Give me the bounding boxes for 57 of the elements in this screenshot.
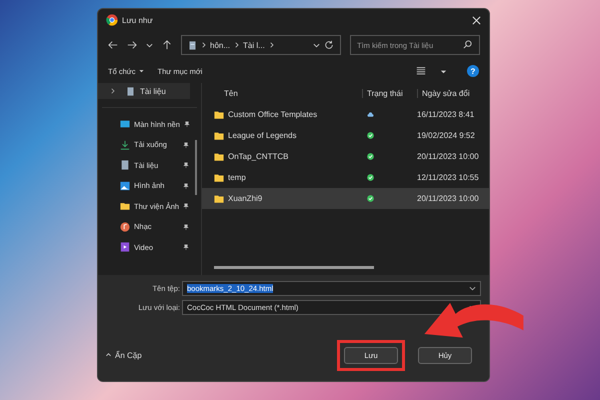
chevron-right-icon bbox=[234, 42, 240, 48]
search-icon bbox=[463, 40, 472, 49]
folder-icon bbox=[214, 152, 224, 162]
file-name: OnTap_CNTTCB bbox=[228, 152, 288, 161]
file-name: XuanZhi9 bbox=[228, 194, 262, 203]
folder-icon bbox=[214, 172, 224, 182]
file-name: Custom Office Templates bbox=[228, 110, 318, 119]
chevron-down-icon[interactable] bbox=[313, 42, 320, 48]
file-row[interactable]: League of Legends 19/02/2024 9:52 bbox=[202, 125, 489, 146]
document-icon bbox=[188, 40, 197, 50]
video-icon bbox=[120, 242, 130, 252]
file-row[interactable]: temp 12/11/2023 10:55 bbox=[202, 167, 489, 188]
breadcrumb[interactable]: Tài l... bbox=[243, 40, 265, 50]
document-icon bbox=[120, 160, 130, 170]
up-arrow-icon[interactable] bbox=[162, 40, 172, 50]
file-row[interactable]: Custom Office Templates 16/11/2023 8:41 bbox=[202, 104, 489, 125]
document-icon bbox=[126, 86, 135, 96]
modified-date: 12/11/2023 10:55 bbox=[417, 173, 480, 182]
column-header[interactable]: Tên bbox=[202, 89, 362, 98]
caret-icon bbox=[138, 68, 144, 74]
back-arrow-icon[interactable] bbox=[108, 40, 118, 50]
modified-date: 20/11/2023 10:00 bbox=[417, 152, 480, 161]
chevron-down-icon[interactable] bbox=[469, 285, 476, 292]
chevron-right-icon[interactable] bbox=[110, 88, 115, 94]
forward-arrow-icon[interactable] bbox=[127, 40, 137, 50]
folder-icon bbox=[214, 194, 224, 204]
music-note-icon bbox=[120, 222, 130, 232]
desktop-icon bbox=[120, 119, 130, 130]
chevron-right-icon bbox=[201, 42, 206, 48]
file-row[interactable]: OnTap_CNTTCB 20/11/2023 10:00 bbox=[202, 146, 489, 167]
picture-icon bbox=[120, 180, 130, 191]
file-row[interactable]: XuanZhi9 20/11/2023 10:00 bbox=[202, 188, 489, 209]
hide-folders-toggle[interactable]: Ẩn Cặp bbox=[106, 350, 142, 360]
breadcrumb[interactable]: hôn... bbox=[210, 40, 230, 50]
modified-date: 16/11/2023 8:41 bbox=[417, 110, 476, 119]
close-icon[interactable] bbox=[472, 16, 481, 24]
column-header[interactable]: Trạng thái bbox=[362, 89, 417, 98]
refresh-icon[interactable] bbox=[324, 40, 334, 50]
chevron-right-icon bbox=[268, 42, 274, 48]
chevron-up-icon bbox=[106, 352, 111, 358]
modified-date: 19/02/2024 9:52 bbox=[417, 131, 476, 140]
column-header[interactable]: Ngày sửa đổi bbox=[417, 89, 487, 98]
help-button[interactable]: ? bbox=[467, 65, 479, 77]
file-name: League of Legends bbox=[228, 131, 297, 140]
address-bar[interactable]: hôn... Tài l... bbox=[181, 35, 341, 55]
view-list-icon[interactable] bbox=[416, 66, 426, 76]
folder-icon bbox=[214, 130, 224, 140]
download-icon bbox=[120, 140, 130, 150]
chevron-down-icon[interactable] bbox=[146, 42, 153, 48]
sidebar-item[interactable]: Tài liệu bbox=[98, 83, 190, 99]
folder-icon bbox=[214, 110, 224, 120]
file-name: temp bbox=[228, 173, 246, 182]
modified-date: 20/11/2023 10:00 bbox=[417, 194, 480, 203]
browser-logo-icon bbox=[106, 14, 118, 26]
folder-icon bbox=[120, 201, 130, 212]
window-title: Lưu như bbox=[122, 16, 153, 24]
caret-icon[interactable] bbox=[440, 68, 447, 74]
